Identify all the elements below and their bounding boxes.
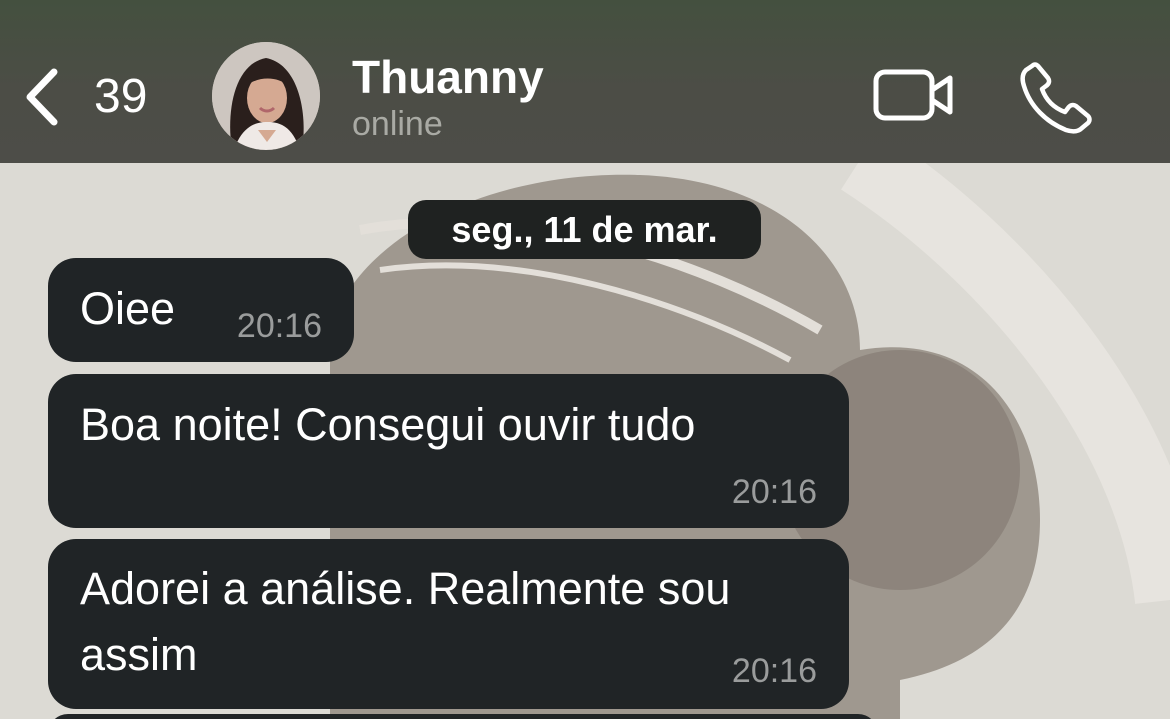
message-bubble[interactable] [48, 714, 878, 719]
message-bubble[interactable]: Oiee 20:16 [48, 258, 354, 362]
chevron-left-icon [26, 68, 58, 126]
avatar-photo [212, 42, 320, 150]
chat-screen: 39 Thuanny online seg., 11 de mar. Oiee … [0, 0, 1170, 719]
back-button[interactable]: 39 [22, 62, 162, 132]
phone-icon [1020, 62, 1092, 134]
date-separator: seg., 11 de mar. [408, 200, 761, 259]
message-time: 20:16 [236, 307, 322, 345]
message-time: 20:16 [731, 652, 817, 690]
message-time: 20:16 [731, 473, 817, 511]
contact-status: online [352, 105, 443, 143]
chat-header: 39 Thuanny online [0, 0, 1170, 163]
contact-name[interactable]: Thuanny [352, 50, 544, 104]
video-camera-icon [873, 69, 953, 121]
message-text: Boa noite! Consegui ouvir tudo [80, 399, 696, 450]
voice-call-button[interactable] [1016, 56, 1096, 136]
video-call-button[interactable] [868, 60, 960, 130]
unread-count: 39 [94, 70, 148, 123]
message-text: Oiee [80, 283, 176, 334]
message-bubble[interactable]: Boa noite! Consegui ouvir tudo 20:16 [48, 374, 849, 528]
message-text: assim [80, 629, 198, 680]
avatar[interactable] [212, 42, 320, 150]
message-text: Adorei a análise. Realmente sou [80, 563, 731, 614]
message-bubble[interactable]: Adorei a análise. Realmente sou assim 20… [48, 539, 849, 709]
